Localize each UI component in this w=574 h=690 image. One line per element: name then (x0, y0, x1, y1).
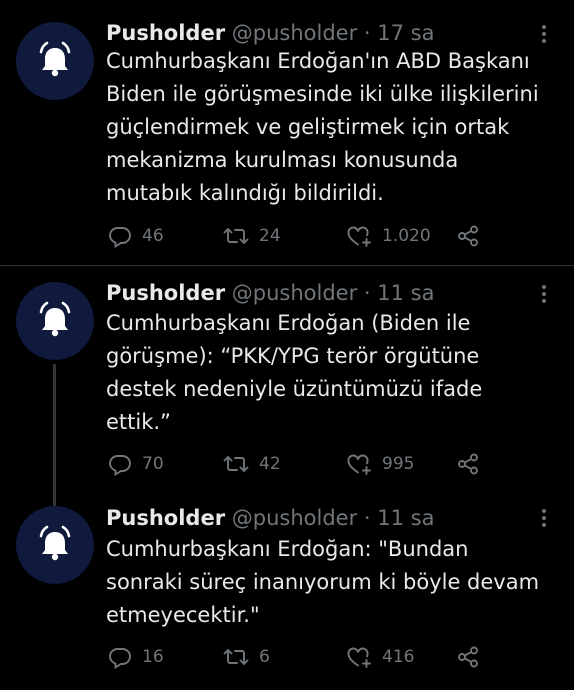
like-button[interactable]: 995 (346, 450, 414, 478)
share-button[interactable] (456, 643, 480, 671)
avatar[interactable] (16, 22, 94, 100)
author-handle[interactable]: @pusholder (232, 21, 357, 45)
tweet[interactable]: Pusholder @pusholder · 11 sa Cumhurbaşka… (0, 266, 574, 506)
retweet-count: 24 (259, 226, 281, 246)
like-count: 1.020 (382, 226, 431, 246)
separator: · (363, 21, 371, 45)
reply-button[interactable]: 46 (108, 222, 164, 250)
share-button[interactable] (456, 450, 480, 478)
author-name[interactable]: Pusholder (106, 281, 225, 305)
timestamp[interactable]: 17 sa (377, 21, 434, 45)
retweet-count: 6 (259, 647, 270, 667)
heart-icon (347, 454, 371, 475)
like-button[interactable]: 416 (346, 643, 414, 671)
retweet-button[interactable]: 24 (223, 222, 281, 250)
tweet[interactable]: Pusholder @pusholder · 11 sa Cumhurbaşka… (0, 490, 574, 690)
reply-icon (109, 227, 131, 248)
heart-icon (347, 226, 371, 247)
retweet-icon (223, 228, 249, 244)
timestamp[interactable]: 11 sa (377, 506, 434, 530)
reply-count: 46 (142, 226, 164, 246)
retweet-icon (223, 649, 249, 665)
like-count: 416 (382, 647, 415, 667)
tweet-text: Cumhurbaşkanı Erdoğan'ın ABD Başkanı Bid… (106, 49, 539, 205)
retweet-count: 42 (259, 454, 281, 474)
share-icon (458, 646, 478, 668)
author-handle[interactable]: @pusholder (232, 281, 357, 305)
bell-icon (39, 41, 71, 77)
separator: · (363, 506, 371, 530)
share-icon (458, 453, 478, 475)
bell-icon (39, 301, 71, 337)
tweet-text: Cumhurbaşkanı Erdoğan: "Bundan sonraki s… (106, 537, 540, 627)
retweet-button[interactable]: 42 (223, 450, 281, 478)
avatar[interactable] (16, 506, 94, 584)
tweet-actions: 70 42 995 (106, 450, 546, 478)
reply-count: 16 (142, 647, 164, 667)
reply-button[interactable]: 16 (108, 643, 164, 671)
reply-icon (109, 455, 131, 476)
bell-icon (39, 525, 71, 561)
avatar[interactable] (16, 282, 94, 360)
author-name[interactable]: Pusholder (106, 506, 225, 530)
thread-line (53, 364, 56, 506)
tweet-header: Pusholder @pusholder · 11 sa (106, 504, 534, 532)
tweet-actions: 16 6 416 (106, 643, 546, 671)
tweet[interactable]: Pusholder @pusholder · 17 sa Cumhurbaşka… (0, 0, 574, 265)
share-icon (458, 225, 478, 247)
more-icon (542, 509, 546, 513)
tweet-text: Cumhurbaşkanı Erdoğan (Biden ile görüşme… (106, 311, 483, 434)
separator: · (363, 281, 371, 305)
timestamp[interactable]: 11 sa (377, 281, 434, 305)
retweet-button[interactable]: 6 (223, 643, 270, 671)
like-button[interactable]: 1.020 (346, 222, 431, 250)
tweet-header: Pusholder @pusholder · 11 sa (106, 279, 534, 307)
like-count: 995 (382, 454, 415, 474)
author-name[interactable]: Pusholder (106, 21, 225, 45)
more-icon (542, 25, 546, 29)
reply-button[interactable]: 70 (108, 450, 164, 478)
share-button[interactable] (456, 222, 480, 250)
reply-icon (109, 648, 131, 669)
more-button[interactable] (534, 506, 554, 530)
author-handle[interactable]: @pusholder (232, 506, 357, 530)
heart-icon (347, 647, 371, 668)
tweet-actions: 46 24 1.020 (106, 222, 546, 250)
more-icon (542, 285, 546, 289)
more-button[interactable] (534, 282, 554, 306)
retweet-icon (223, 456, 249, 472)
reply-count: 70 (142, 454, 164, 474)
tweet-header: Pusholder @pusholder · 17 sa (106, 19, 534, 47)
more-button[interactable] (534, 22, 554, 46)
